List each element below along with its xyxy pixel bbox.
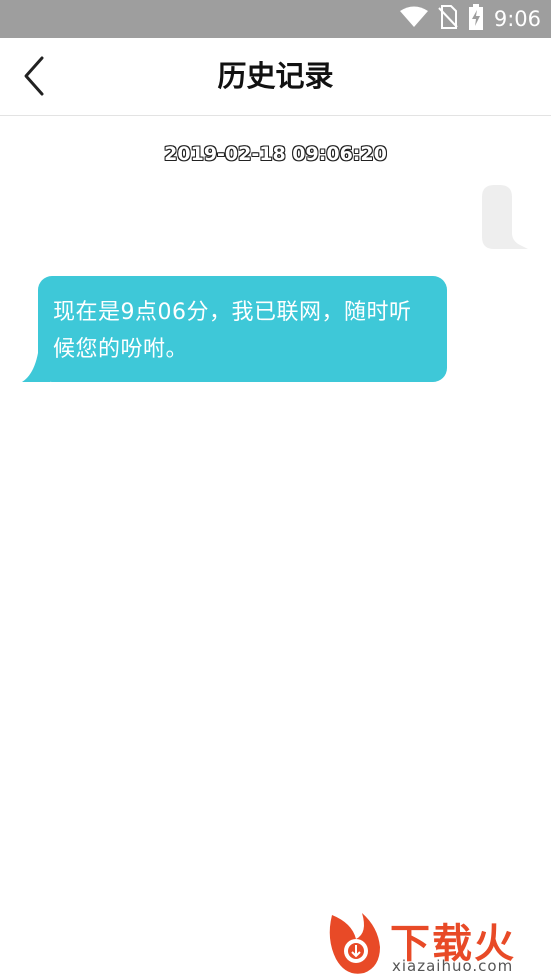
watermark: 下载火 xiazaihuo.com: [322, 903, 551, 979]
wifi-icon: [399, 6, 428, 32]
no-sim-icon: [438, 5, 458, 33]
status-icons: 9:06: [399, 4, 541, 34]
page-title: 历史记录: [217, 59, 334, 93]
battery-charging-icon: [468, 4, 484, 34]
status-bar: 9:06: [0, 0, 551, 38]
status-time: 9:06: [493, 7, 541, 31]
message-timestamp: 2019-02-18 09:06:20: [164, 143, 387, 165]
watermark-url: xiazaihuo.com: [392, 957, 514, 975]
app-bar: 历史记录: [0, 38, 551, 116]
bot-message-text: 现在是9点06分，我已联网，随时听候您的吩咐。: [53, 300, 412, 362]
user-message-bubble: [476, 183, 532, 251]
flame-logo: [329, 913, 380, 974]
bot-message: 现在是9点06分，我已联网，随时听候您的吩咐。: [20, 276, 450, 384]
